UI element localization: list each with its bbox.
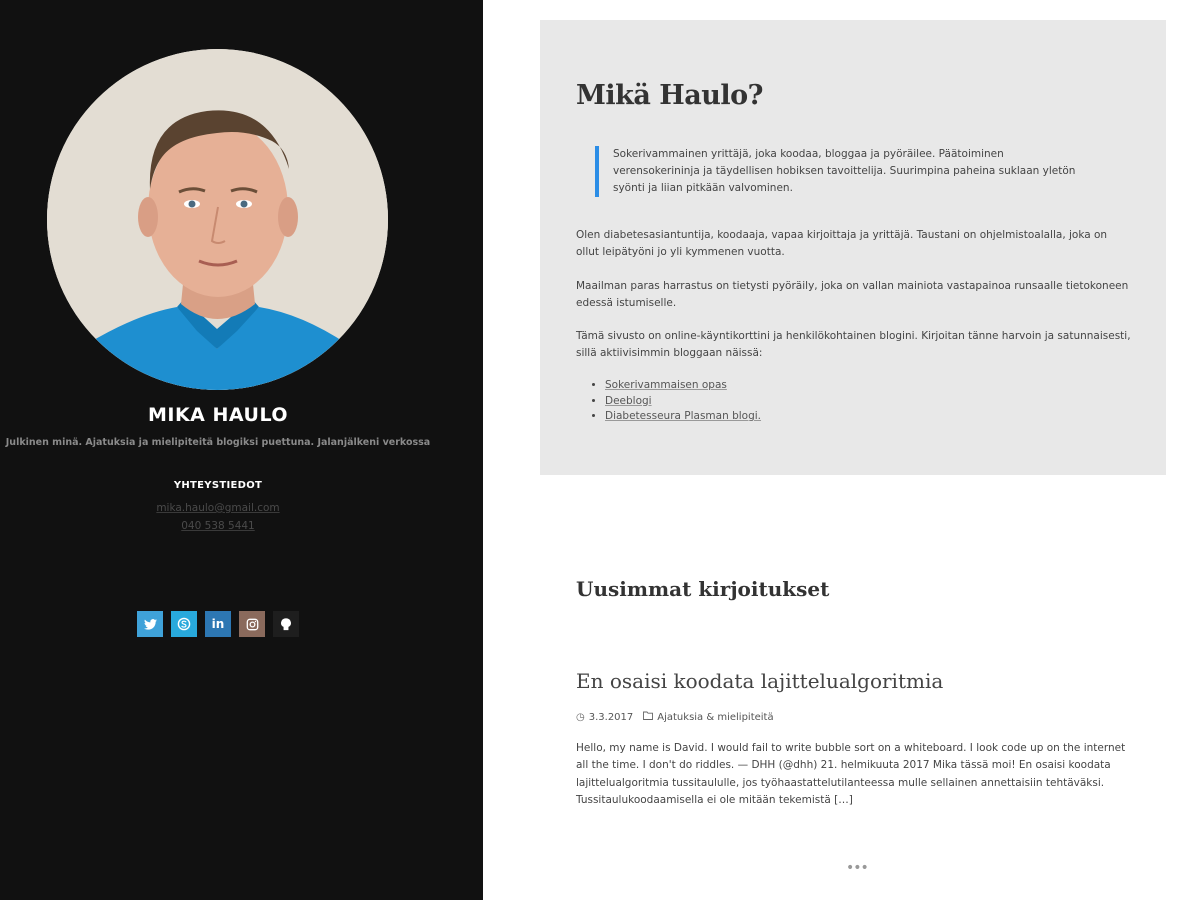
phone-link[interactable]: 040 538 5441 [181,520,254,532]
about-quote: Sokerivammainen yrittäjä, joka koodaa, b… [595,146,1083,197]
folder-icon [643,711,654,723]
about-paragraph: Olen diabetesasiantuntija, koodaaja, vap… [576,227,1131,261]
site-description: Julkinen minä. Ajatuksia ja mielipiteitä… [5,437,431,448]
about-card: Mikä Haulo? Sokerivammainen yrittäjä, jo… [540,20,1166,475]
load-more-indicator[interactable]: ••• [846,860,869,876]
about-paragraph: Maailman paras harrastus on tietysti pyö… [576,278,1131,312]
about-title: Mikä Haulo? [576,80,763,111]
twitter-icon[interactable] [137,611,163,637]
list-item: Sokerivammaisen opas [605,378,761,394]
latest-posts-heading: Uusimmat kirjoitukset [576,577,830,601]
post-category[interactable]: Ajatuksia & mielipiteitä [657,712,773,723]
about-para-1: Olen diabetesasiantuntija, koodaaja, vap… [576,229,1108,258]
post-excerpt: Hello, my name is David. I would fail to… [576,742,1126,806]
skype-icon[interactable] [171,611,197,637]
contact-email-row: mika.haulo@gmail.com [0,502,436,514]
contact-phone-row: 040 538 5441 [0,520,436,532]
social-links: in [137,611,299,637]
link-deeblogi[interactable]: Deeblogi [605,395,652,407]
instagram-icon[interactable] [239,611,265,637]
about-links-list: Sokerivammaisen opas Deeblogi Diabetesse… [576,378,761,425]
clock-icon: ◷ [576,711,585,723]
linkedin-icon[interactable]: in [205,611,231,637]
github-icon[interactable] [273,611,299,637]
list-item: Deeblogi [605,394,761,410]
profile-photo [47,49,388,390]
about-para-3: Tämä sivusto on online-käyntikorttini ja… [576,330,1131,359]
contact-heading: YHTEYSTIEDOT [173,480,263,491]
site-title[interactable]: MIKA HAULO [0,404,436,426]
post-meta: ◷ 3.3.2017 Ajatuksia & mielipiteitä [576,711,774,723]
email-link[interactable]: mika.haulo@gmail.com [156,502,279,514]
about-para-2: Maailman paras harrastus on tietysti pyö… [576,280,1129,309]
sidebar: MIKA HAULO Julkinen minä. Ajatuksia ja m… [0,0,483,900]
post-title-link[interactable]: En osaisi koodata lajittelualgoritmia [576,669,943,693]
avatar[interactable] [47,49,388,390]
list-item: Diabetesseura Plasman blogi. [605,409,761,425]
link-sokerivammaisen-opas[interactable]: Sokerivammaisen opas [605,379,727,391]
link-plasman-blogi[interactable]: Diabetesseura Plasman blogi. [605,410,761,422]
post-date[interactable]: 3.3.2017 [589,712,634,723]
about-paragraph: Tämä sivusto on online-käyntikorttini ja… [576,328,1131,362]
